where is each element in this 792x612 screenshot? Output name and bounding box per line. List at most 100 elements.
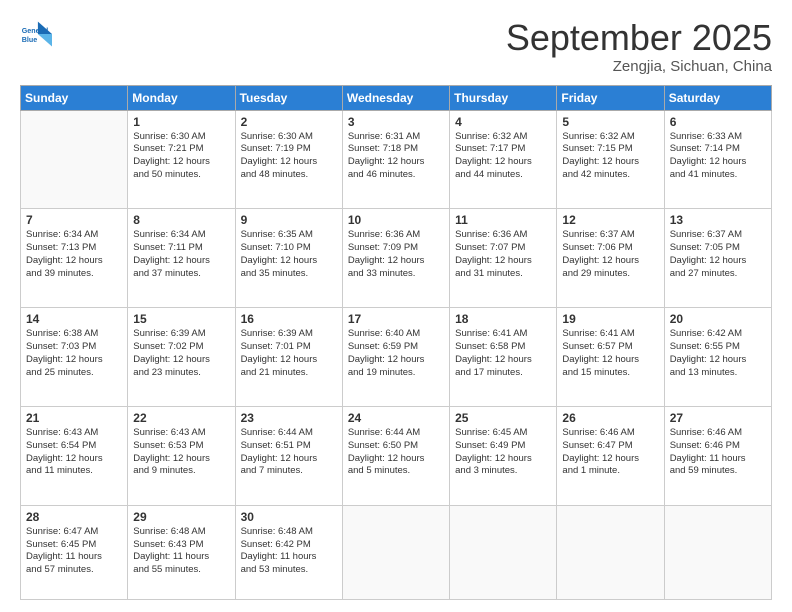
day-number: 5 [562, 115, 658, 129]
col-sunday: Sunday [21, 85, 128, 110]
day-number: 14 [26, 312, 122, 326]
cell-text: Sunrise: 6:40 AMSunset: 6:59 PMDaylight:… [348, 328, 444, 379]
table-row: 24 Sunrise: 6:44 AMSunset: 6:50 PMDayligh… [342, 406, 449, 505]
day-number: 30 [241, 510, 337, 524]
day-number: 29 [133, 510, 229, 524]
day-number: 24 [348, 411, 444, 425]
table-row: 23 Sunrise: 6:44 AMSunset: 6:51 PMDayligh… [235, 406, 342, 505]
cell-text: Sunrise: 6:42 AMSunset: 6:55 PMDaylight:… [670, 328, 766, 379]
day-number: 11 [455, 213, 551, 227]
day-number: 25 [455, 411, 551, 425]
day-number: 26 [562, 411, 658, 425]
day-number: 4 [455, 115, 551, 129]
table-row: 29Sunrise: 6:48 AMSunset: 6:43 PMDayligh… [128, 505, 235, 599]
cell-text: Sunrise: 6:39 AMSunset: 7:01 PMDaylight:… [241, 328, 337, 379]
day-number: 9 [241, 213, 337, 227]
table-row: 8 Sunrise: 6:34 AMSunset: 7:11 PMDaylight… [128, 209, 235, 308]
table-row: 7 Sunrise: 6:34 AMSunset: 7:13 PMDaylight… [21, 209, 128, 308]
cell-text: Sunrise: 6:34 AMSunset: 7:13 PMDaylight:… [26, 229, 122, 280]
cell-text: Sunrise: 6:41 AMSunset: 6:58 PMDaylight:… [455, 328, 551, 379]
page: General Blue September 2025 Zengjia, Sic… [0, 0, 792, 612]
day-number: 18 [455, 312, 551, 326]
logo: General Blue [20, 18, 52, 50]
day-number: 28 [26, 510, 122, 524]
table-row: 10 Sunrise: 6:36 AMSunset: 7:09 PMDayligh… [342, 209, 449, 308]
logo-icon: General Blue [20, 18, 52, 50]
table-row: 19 Sunrise: 6:41 AMSunset: 6:57 PMDayligh… [557, 308, 664, 407]
table-row [664, 505, 771, 599]
cell-text: Sunrise: 6:37 AMSunset: 7:06 PMDaylight:… [562, 229, 658, 280]
table-row: 14 Sunrise: 6:38 AMSunset: 7:03 PMDayligh… [21, 308, 128, 407]
table-row: 16 Sunrise: 6:39 AMSunset: 7:01 PMDayligh… [235, 308, 342, 407]
day-number: 22 [133, 411, 229, 425]
cell-text: Sunrise: 6:37 AMSunset: 7:05 PMDaylight:… [670, 229, 766, 280]
table-row: 28 Sunrise: 6:47 AMSunset: 6:45 PMDayligh… [21, 505, 128, 599]
cell-text: Sunrise: 6:31 AMSunset: 7:18 PMDaylight:… [348, 131, 444, 182]
day-number: 17 [348, 312, 444, 326]
day-number: 23 [241, 411, 337, 425]
cell-text: Sunrise: 6:38 AMSunset: 7:03 PMDaylight:… [26, 328, 122, 379]
cell-text: Sunrise: 6:36 AMSunset: 7:09 PMDaylight:… [348, 229, 444, 280]
day-number: 20 [670, 312, 766, 326]
calendar-table: Sunday Monday Tuesday Wednesday Thursday… [20, 85, 772, 600]
table-row: 11 Sunrise: 6:36 AMSunset: 7:07 PMDayligh… [450, 209, 557, 308]
cell-text: Sunrise: 6:46 AMSunset: 6:47 PMDaylight:… [562, 427, 658, 478]
subtitle: Zengjia, Sichuan, China [506, 58, 772, 75]
day-number: 12 [562, 213, 658, 227]
cell-text: Sunrise: 6:35 AMSunset: 7:10 PMDaylight:… [241, 229, 337, 280]
table-row: 17 Sunrise: 6:40 AMSunset: 6:59 PMDayligh… [342, 308, 449, 407]
col-saturday: Saturday [664, 85, 771, 110]
table-row [557, 505, 664, 599]
col-friday: Friday [557, 85, 664, 110]
table-row: 22 Sunrise: 6:43 AMSunset: 6:53 PMDayligh… [128, 406, 235, 505]
cell-text: Sunrise: 6:32 AMSunset: 7:17 PMDaylight:… [455, 131, 551, 182]
table-row: 30Sunrise: 6:48 AMSunset: 6:42 PMDayligh… [235, 505, 342, 599]
cell-text: Sunrise: 6:44 AMSunset: 6:50 PMDaylight:… [348, 427, 444, 478]
table-row [450, 505, 557, 599]
cell-text: Sunrise: 6:46 AMSunset: 6:46 PMDaylight:… [670, 427, 766, 478]
table-row: 12 Sunrise: 6:37 AMSunset: 7:06 PMDayligh… [557, 209, 664, 308]
table-row [342, 505, 449, 599]
cell-text: Sunrise: 6:30 AMSunset: 7:21 PMDaylight:… [133, 131, 229, 182]
header: General Blue September 2025 Zengjia, Sic… [20, 18, 772, 75]
cell-text: Sunrise: 6:34 AMSunset: 7:11 PMDaylight:… [133, 229, 229, 280]
col-thursday: Thursday [450, 85, 557, 110]
day-number: 15 [133, 312, 229, 326]
table-row: 15 Sunrise: 6:39 AMSunset: 7:02 PMDayligh… [128, 308, 235, 407]
day-number: 7 [26, 213, 122, 227]
cell-text: Sunrise: 6:41 AMSunset: 6:57 PMDaylight:… [562, 328, 658, 379]
cell-text: Sunrise: 6:44 AMSunset: 6:51 PMDaylight:… [241, 427, 337, 478]
day-number: 10 [348, 213, 444, 227]
cell-text: Sunrise: 6:39 AMSunset: 7:02 PMDaylight:… [133, 328, 229, 379]
table-row: 20 Sunrise: 6:42 AMSunset: 6:55 PMDayligh… [664, 308, 771, 407]
cell-text: Sunrise: 6:47 AMSunset: 6:45 PMDaylight:… [26, 526, 122, 577]
cell-text: Sunrise: 6:45 AMSunset: 6:49 PMDaylight:… [455, 427, 551, 478]
cell-text: Sunrise: 6:30 AMSunset: 7:19 PMDaylight:… [241, 131, 337, 182]
day-number: 8 [133, 213, 229, 227]
table-row: 25 Sunrise: 6:45 AMSunset: 6:49 PMDayligh… [450, 406, 557, 505]
month-title: September 2025 [506, 18, 772, 58]
col-monday: Monday [128, 85, 235, 110]
day-number: 1 [133, 115, 229, 129]
calendar-header-row: Sunday Monday Tuesday Wednesday Thursday… [21, 85, 772, 110]
table-row: 21Sunrise: 6:43 AMSunset: 6:54 PMDayligh… [21, 406, 128, 505]
cell-text: Sunrise: 6:33 AMSunset: 7:14 PMDaylight:… [670, 131, 766, 182]
svg-text:General: General [22, 27, 49, 35]
day-number: 16 [241, 312, 337, 326]
table-row [21, 110, 128, 209]
day-number: 13 [670, 213, 766, 227]
table-row: 6 Sunrise: 6:33 AMSunset: 7:14 PMDaylight… [664, 110, 771, 209]
day-number: 2 [241, 115, 337, 129]
day-number: 3 [348, 115, 444, 129]
cell-text: Sunrise: 6:43 AMSunset: 6:53 PMDaylight:… [133, 427, 229, 478]
day-number: 6 [670, 115, 766, 129]
title-block: September 2025 Zengjia, Sichuan, China [506, 18, 772, 75]
table-row: 27Sunrise: 6:46 AMSunset: 6:46 PMDayligh… [664, 406, 771, 505]
table-row: 9 Sunrise: 6:35 AMSunset: 7:10 PMDaylight… [235, 209, 342, 308]
svg-text:Blue: Blue [22, 36, 37, 44]
table-row: 13 Sunrise: 6:37 AMSunset: 7:05 PMDayligh… [664, 209, 771, 308]
cell-text: Sunrise: 6:36 AMSunset: 7:07 PMDaylight:… [455, 229, 551, 280]
day-number: 19 [562, 312, 658, 326]
cell-text: Sunrise: 6:43 AMSunset: 6:54 PMDaylight:… [26, 427, 122, 478]
col-tuesday: Tuesday [235, 85, 342, 110]
